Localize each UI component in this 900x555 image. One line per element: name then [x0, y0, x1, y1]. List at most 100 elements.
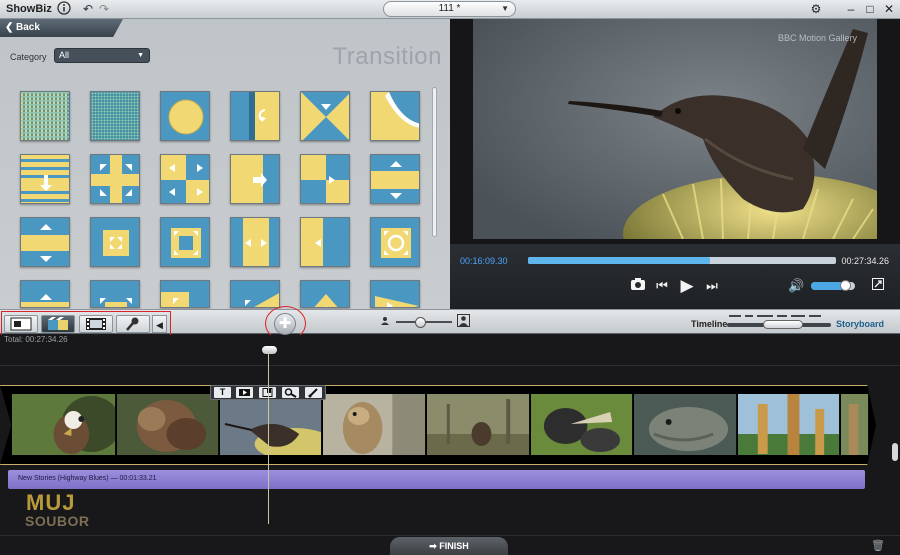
zoom-in-icon[interactable] — [457, 314, 470, 330]
footer-bar: ➡ FINISH 🗑 — [0, 535, 900, 555]
volume-icon[interactable]: 🔊 — [788, 278, 804, 294]
redo-icon[interactable]: ↷ — [96, 1, 112, 17]
overlay-button[interactable] — [236, 387, 253, 398]
storyboard-view-label[interactable]: Storyboard — [836, 319, 884, 329]
transition-thumbnail[interactable] — [230, 217, 280, 267]
playback-controls: 00:16:09.30 00:27:34.26 ⏮ ▶ ⏭ 🔊 — [450, 244, 900, 309]
transition-thumbnail[interactable] — [160, 280, 210, 308]
playhead-line[interactable] — [268, 353, 269, 524]
previous-icon[interactable]: ⏮ — [655, 278, 669, 294]
watermark: BBC Motion Gallery — [777, 33, 857, 43]
view-toggle[interactable] — [727, 314, 831, 330]
zoom-out-icon[interactable] — [380, 316, 390, 328]
mode-bar: ◀ ✚ Timeline Storyboard — [0, 306, 900, 343]
panel-scrollbar-thumb[interactable] — [432, 87, 437, 237]
edit-button[interactable] — [305, 387, 322, 398]
collapse-tabs-button[interactable]: ◀ — [152, 315, 167, 333]
transition-thumbnail[interactable] — [370, 91, 420, 141]
play-icon[interactable]: ▶ — [677, 277, 697, 294]
transition-thumbnail[interactable] — [160, 91, 210, 141]
transition-thumbnail[interactable] — [230, 280, 280, 308]
video-clip[interactable] — [427, 394, 530, 455]
transition-thumbnail[interactable] — [90, 280, 140, 308]
transition-thumbnail[interactable] — [370, 217, 420, 267]
transition-thumbnail[interactable] — [20, 217, 70, 267]
next-icon[interactable]: ⏭ — [705, 278, 719, 294]
chevron-down-icon: ▼ — [137, 52, 144, 59]
category-label: Category — [10, 52, 47, 62]
minimize-icon[interactable]: – — [843, 1, 859, 17]
zoom-slider[interactable] — [396, 317, 452, 328]
chevron-left-icon: ◀ — [156, 320, 163, 330]
transition-thumbnail[interactable] — [300, 280, 350, 308]
back-label: Back — [16, 22, 40, 33]
project-name: 111 * — [438, 3, 461, 14]
effects-button[interactable] — [282, 387, 299, 398]
project-select[interactable]: 111 * ▼ — [383, 1, 516, 17]
video-clip[interactable] — [117, 394, 219, 455]
maximize-icon[interactable]: □ — [862, 1, 878, 17]
transition-thumbnail[interactable] — [370, 280, 420, 308]
category-select[interactable]: All ▼ — [54, 48, 150, 63]
video-clip[interactable] — [841, 394, 869, 455]
transition-thumbnail[interactable] — [230, 91, 280, 141]
panel-heading: Transition — [332, 43, 442, 70]
magnifier-icon — [284, 388, 297, 398]
tab-media[interactable] — [4, 315, 38, 333]
video-clip[interactable] — [738, 394, 840, 455]
transition-thumbnail[interactable] — [20, 280, 70, 308]
transition-thumbnail[interactable] — [160, 154, 210, 204]
preview-area: BBC Motion Gallery — [450, 19, 900, 244]
plus-icon: ✚ — [278, 315, 292, 332]
tab-transition[interactable] — [41, 315, 75, 333]
time-ruler[interactable] — [0, 344, 900, 366]
transition-thumbnail[interactable] — [370, 154, 420, 204]
transition-thumbnail[interactable] — [90, 91, 140, 141]
transition-icon — [48, 317, 68, 330]
video-clip[interactable] — [531, 394, 633, 455]
seek-bar[interactable] — [528, 257, 836, 264]
back-button[interactable]: ❮ Back — [0, 19, 123, 37]
video-clip[interactable] — [12, 394, 116, 455]
audio-track[interactable]: New Stories (Highway Blues) — 00:01:33.2… — [8, 470, 865, 489]
transition-thumbnail[interactable] — [20, 154, 70, 204]
transition-thumbnail[interactable] — [300, 154, 350, 204]
chevron-left-icon: ❮ — [5, 22, 14, 33]
fullscreen-icon[interactable] — [871, 278, 885, 294]
undo-icon[interactable]: ↶ — [80, 1, 96, 17]
transition-thumbnail[interactable] — [230, 154, 280, 204]
transition-thumbnail[interactable] — [90, 217, 140, 267]
preview-video[interactable]: BBC Motion Gallery — [473, 19, 877, 239]
transition-thumbnail[interactable] — [20, 91, 70, 141]
timeline-view-label[interactable]: Timeline — [691, 319, 727, 329]
volume-slider[interactable] — [811, 280, 855, 291]
trash-icon[interactable]: 🗑 — [871, 539, 885, 552]
close-icon[interactable]: ✕ — [881, 1, 897, 17]
tab-audio[interactable] — [116, 315, 150, 333]
transition-thumbnail[interactable] — [160, 217, 210, 267]
playhead-handle[interactable] — [262, 346, 277, 354]
category-value: All — [59, 50, 70, 60]
app-name: ShowBiz — [6, 3, 52, 15]
transition-thumbnail[interactable] — [300, 217, 350, 267]
volume-knob[interactable] — [840, 280, 852, 291]
current-time: 00:16:09.30 — [460, 256, 508, 266]
zoom-knob[interactable] — [415, 317, 427, 328]
video-clip[interactable] — [220, 394, 322, 455]
snapshot-icon[interactable] — [630, 278, 646, 294]
view-toggle-thumb[interactable] — [763, 320, 803, 329]
video-track — [0, 385, 880, 465]
transition-thumbnail[interactable] — [90, 154, 140, 204]
add-transition-button[interactable]: ✚ — [274, 313, 296, 335]
tab-effects[interactable] — [79, 315, 113, 333]
video-clip[interactable] — [323, 394, 426, 455]
info-icon[interactable] — [56, 1, 72, 17]
video-clip[interactable] — [634, 394, 737, 455]
transition-thumbnail[interactable] — [300, 91, 350, 141]
finish-button[interactable]: ➡ FINISH — [390, 537, 508, 555]
finish-label: FINISH — [439, 541, 469, 551]
gear-icon[interactable]: ⚙ — [808, 1, 824, 17]
audio-clip-label: New Stories (Highway Blues) — 00:01:33.2… — [18, 475, 157, 482]
timeline-scrollbar[interactable] — [892, 443, 898, 461]
add-title-button[interactable]: T — [214, 387, 231, 398]
